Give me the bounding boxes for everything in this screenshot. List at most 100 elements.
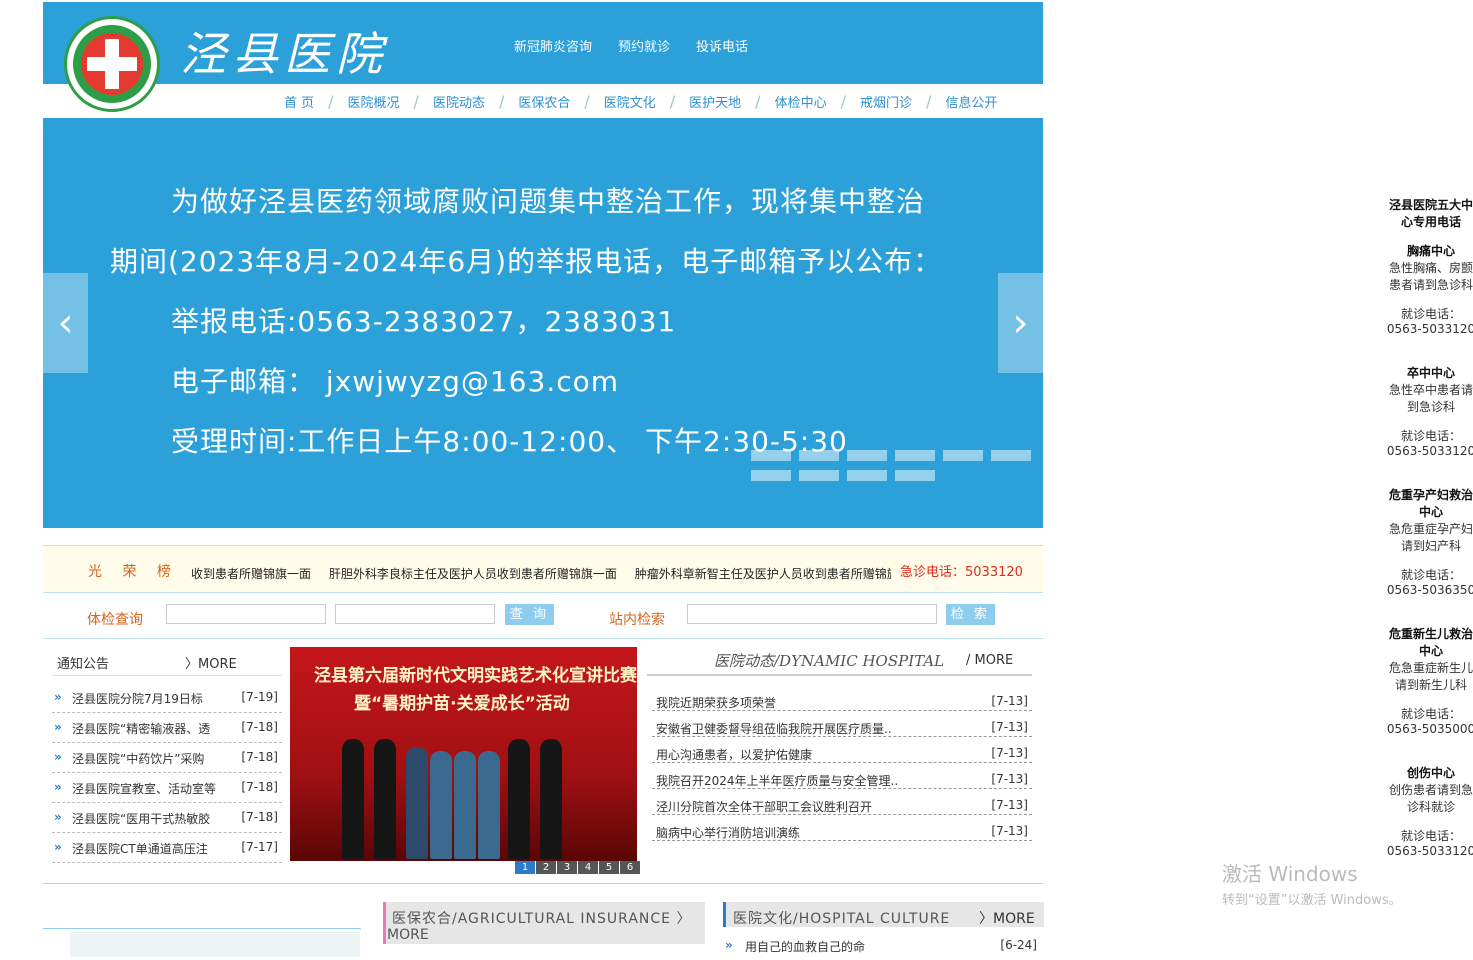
nav-culture[interactable]: 医院文化 [590, 92, 670, 111]
banner-line: 电子邮箱： jxwjwyzg@163.com [171, 365, 620, 398]
search-row: 体检查询 查 询 站内检索 检 索 [43, 592, 1043, 639]
center-phone: 0563-5036350 [1386, 583, 1473, 597]
center-desc: 创伤患者请到急诊科就诊 [1388, 783, 1473, 814]
checkup-query-button[interactable]: 查 询 [505, 604, 554, 625]
banner-slider[interactable]: 为做好泾县医药领域腐败问题集中整治工作，现将集中整治 期间(2023年8月-20… [43, 118, 1043, 528]
honor-item[interactable]: 肿瘤外科章新智主任及医护人员收到患者所赠锦旗 [635, 567, 891, 581]
list-item[interactable]: » 用自己的血救自己的命 [6-24] [723, 930, 1041, 960]
news-photo[interactable]: 泾县第六届新时代文明实践艺术化宣讲比赛 暨“暑期护苗·关爱成长”活动 [290, 647, 637, 861]
culture-more-link[interactable]: 〉MORE [979, 908, 1035, 928]
site-search-label: 站内检索 [609, 612, 665, 628]
checkup-input-1[interactable] [166, 604, 326, 624]
prev-slide-button[interactable]: ‹ [43, 273, 88, 373]
insurance-header: 医保农合/AGRICULTURAL INSURANCE 〉 MORE [383, 902, 705, 944]
nav-disclosure[interactable]: 信息公开 [931, 92, 1011, 111]
dynamic-more-link[interactable]: / MORE [966, 653, 1013, 668]
divider [43, 883, 1043, 884]
phone-label: 就诊电话： [1400, 307, 1461, 321]
insurance-more-link[interactable]: MORE [387, 927, 429, 943]
list-item[interactable]: 安徽省卫健委督导组莅临我院开展医疗质量.. [7-13] [652, 712, 1032, 737]
center-name: 危重新生儿救治中心 [1388, 627, 1473, 658]
slide-dot[interactable] [847, 450, 887, 461]
slide-dot[interactable] [991, 450, 1031, 461]
list-item[interactable]: » 泾县医院分院7月19日标 [7-19] [52, 682, 282, 713]
culture-title: 医院文化/HOSPITAL CULTURE [733, 911, 951, 927]
photo-page-button[interactable]: 5 [599, 861, 619, 874]
banner-line: 期间(2023年8月-2024年6月)的举报电话，电子邮箱予以公布： [110, 245, 943, 278]
center-phone: 0563-5033120 [1386, 322, 1473, 336]
site-search-input[interactable] [687, 604, 937, 624]
slide-dot[interactable] [895, 450, 935, 461]
section-image [70, 932, 360, 957]
top-link-appointment[interactable]: 预约就诊 [618, 36, 670, 55]
divider [43, 928, 361, 929]
list-item[interactable]: » 泾县医院“中药饮片”采购 [7-18] [52, 742, 282, 773]
photo-title: 泾县第六届新时代文明实践艺术化宣讲比赛 [314, 666, 637, 686]
site-title: 泾县医院 [180, 27, 388, 81]
photo-subtitle: 暨“暑期护苗·关爱成长”活动 [354, 694, 570, 714]
nav-news[interactable]: 医院动态 [419, 92, 499, 111]
top-links: 新冠肺炎咨询 预约就诊 投诉电话 [514, 36, 748, 55]
photo-page-button[interactable]: 3 [557, 861, 577, 874]
top-link-covid[interactable]: 新冠肺炎咨询 [514, 36, 592, 55]
photo-page-button[interactable]: 6 [620, 861, 640, 874]
slide-dot[interactable] [751, 450, 791, 461]
list-item[interactable]: 用心沟通患者，以爱护佑健康 [7-13] [652, 738, 1032, 763]
phone-label: 就诊电话： [1400, 429, 1461, 443]
center-phone-sidebar: 泾县医院五大中心专用电话 胸痛中心 急性胸痛、房颤患者请到急诊科 就诊电话： 0… [1386, 190, 1473, 858]
center-phone: 0563-5033120 [1386, 444, 1473, 458]
center-name: 创伤中心 [1406, 766, 1455, 780]
list-item[interactable]: » 泾县医院宣教室、活动室等 [7-18] [52, 772, 282, 803]
notice-more-link[interactable]: 〉MORE [185, 653, 237, 672]
phone-label: 就诊电话： [1400, 568, 1461, 582]
slide-dot[interactable] [847, 470, 887, 481]
insurance-title: 医保农合/AGRICULTURAL INSURANCE 〉 [392, 911, 692, 927]
photo-page-button[interactable]: 2 [536, 861, 556, 874]
list-item[interactable]: » 泾县医院“医用干式热敏胶 [7-18] [52, 802, 282, 833]
honor-marquee: 收到患者所赠锦旗一面 肝胆外科李良标主任及医护人员收到患者所赠锦旗一面 肿瘤外科… [191, 565, 891, 582]
sidebar-title: 泾县医院五大中心专用电话 [1388, 198, 1473, 229]
hospital-logo[interactable] [64, 16, 160, 112]
photo-page-button[interactable]: 1 [515, 861, 535, 874]
phone-label: 就诊电话： [1400, 829, 1461, 843]
honor-item[interactable]: 收到患者所赠锦旗一面 [191, 567, 311, 581]
watermark-line: 激活 Windows [1222, 862, 1358, 886]
list-item[interactable]: 我院近期荣获多项荣誉 [7-13] [652, 686, 1032, 711]
list-item[interactable]: 脑病中心举行消防培训演练 [7-13] [652, 816, 1032, 841]
next-slide-button[interactable]: › [998, 273, 1043, 373]
list-item[interactable]: » 泾县医院CT单通道高压注 [7-17] [52, 832, 282, 863]
nav-smoking[interactable]: 戒烟门诊 [846, 92, 926, 111]
phone-label: 就诊电话： [1400, 707, 1461, 721]
slide-dot[interactable] [895, 470, 935, 481]
photo-pager: 1 2 3 4 5 6 [515, 861, 640, 874]
top-link-complaint[interactable]: 投诉电话 [696, 36, 748, 55]
main-nav: 首 页 / 医院概况 / 医院动态 / 医保农合 / 医院文化 / 医护天地 / 体检中心 /… [270, 92, 1011, 111]
nav-home[interactable]: 首 页 [270, 92, 328, 111]
nav-nursing[interactable]: 医护天地 [675, 92, 755, 111]
center-desc: 急性卒中患者请到急诊科 [1388, 383, 1473, 414]
honor-bar: 光 荣 榜 收到患者所赠锦旗一面 肝胆外科李良标主任及医护人员收到患者所赠锦旗一… [43, 545, 1043, 593]
honor-item[interactable]: 肝胆外科李良标主任及医护人员收到患者所赠锦旗一面 [329, 567, 617, 581]
windows-watermark: 激活 Windows 转到“设置”以激活 Windows。 [1222, 858, 1402, 908]
nav-checkup[interactable]: 体检中心 [761, 92, 841, 111]
slide-dot[interactable] [799, 470, 839, 481]
center-name: 危重孕产妇救治中心 [1388, 488, 1473, 519]
center-phone: 0563-5033120 [1386, 844, 1473, 858]
nav-overview[interactable]: 医院概况 [334, 92, 414, 111]
slide-dot[interactable] [943, 450, 983, 461]
list-item[interactable]: 泾川分院首次全体干部职工会议胜利召开 [7-13] [652, 790, 1032, 815]
list-item[interactable]: » 泾县医院“精密输液器、透 [7-18] [52, 712, 282, 743]
center-desc: 危急重症新生儿请到新生儿科 [1388, 661, 1473, 692]
site-search-button[interactable]: 检 索 [946, 604, 995, 625]
center-desc: 急性胸痛、房颤患者请到急诊科 [1388, 261, 1473, 292]
center-desc: 急危重症孕产妇请到妇产科 [1388, 522, 1473, 553]
watermark-line: 转到“设置”以激活 Windows。 [1222, 893, 1402, 908]
slide-dot[interactable] [751, 470, 791, 481]
honor-title: 光 荣 榜 [88, 564, 179, 580]
slide-dot[interactable] [799, 450, 839, 461]
photo-page-button[interactable]: 4 [578, 861, 598, 874]
nav-insurance[interactable]: 医保农合 [504, 92, 584, 111]
center-name: 卒中中心 [1406, 366, 1455, 380]
checkup-input-2[interactable] [335, 604, 495, 624]
list-item[interactable]: 我院召开2024年上半年医疗质量与安全管理.. [7-13] [652, 764, 1032, 789]
